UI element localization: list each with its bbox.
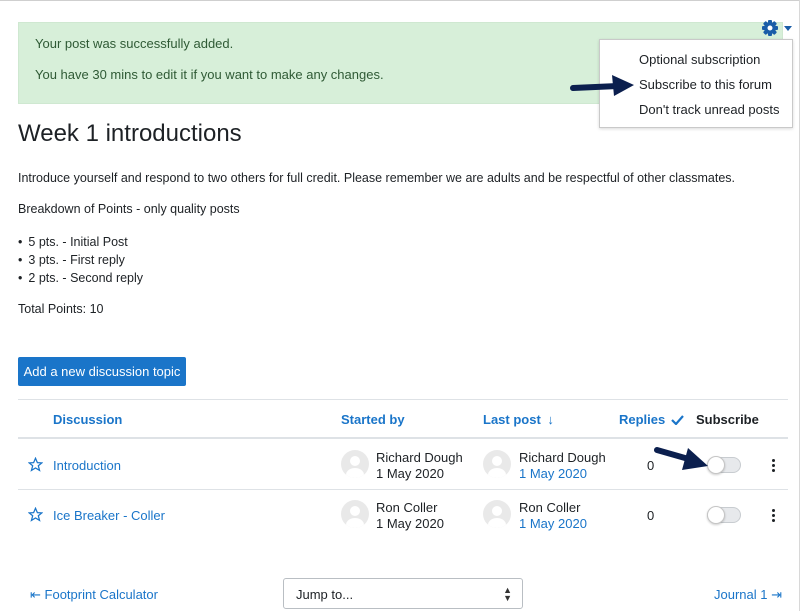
- started-date: 1 May 2020: [376, 466, 444, 481]
- toggle-knob: [707, 506, 725, 524]
- menu-item-subscribe-forum[interactable]: Subscribe to this forum: [639, 77, 772, 92]
- alert-edit-notice: You have 30 mins to edit it if you want …: [35, 67, 384, 82]
- points-breakdown-heading: Breakdown of Points - only quality posts: [18, 202, 240, 216]
- column-header-discussion[interactable]: Discussion: [53, 412, 122, 427]
- annotation-arrow-icon: [654, 447, 708, 470]
- started-date: 1 May 2020: [376, 516, 444, 531]
- column-header-replies[interactable]: Replies: [619, 412, 684, 427]
- star-icon[interactable]: [27, 506, 44, 525]
- replies-count: 0: [647, 508, 655, 523]
- menu-item-optional-subscription[interactable]: Optional subscription: [639, 52, 760, 67]
- started-by-name: Richard Dough: [376, 450, 463, 465]
- last-post-date-link[interactable]: 1 May 2020: [519, 516, 587, 531]
- arrow-right-icon: ⇥: [771, 587, 783, 602]
- discussion-link[interactable]: Introduction: [53, 458, 121, 473]
- avatar[interactable]: [483, 500, 511, 528]
- subscribe-toggle[interactable]: [707, 456, 741, 474]
- avatar[interactable]: [341, 500, 369, 528]
- next-activity-link[interactable]: Journal 1 ⇥: [714, 587, 782, 603]
- more-actions-icon[interactable]: [770, 459, 776, 473]
- column-header-replies-label: Replies: [619, 412, 666, 427]
- caret-down-icon: [784, 26, 792, 31]
- menu-item-dont-track-unread[interactable]: Don't track unread posts: [639, 102, 780, 117]
- list-item: 3 pts. - First reply: [18, 251, 143, 269]
- column-header-started-by[interactable]: Started by: [341, 412, 405, 427]
- table-header-divider: [18, 437, 788, 439]
- previous-activity-label: Footprint Calculator: [44, 587, 158, 602]
- avatar[interactable]: [341, 450, 369, 478]
- top-border: [0, 0, 800, 1]
- page-title: Week 1 introductions: [18, 120, 242, 147]
- previous-activity-link[interactable]: ⇤ Footprint Calculator: [30, 587, 158, 603]
- settings-menu-toggle[interactable]: [760, 18, 794, 38]
- last-post-date-link[interactable]: 1 May 2020: [519, 466, 587, 481]
- add-discussion-topic-button[interactable]: Add a new discussion topic: [18, 357, 186, 386]
- next-activity-label: Journal 1: [714, 587, 768, 602]
- discussion-link[interactable]: Ice Breaker - Coller: [53, 508, 165, 523]
- star-icon[interactable]: [27, 456, 44, 475]
- alert-message: Your post was successfully added.: [35, 36, 234, 51]
- more-actions-icon[interactable]: [770, 509, 776, 523]
- started-by-name: Ron Coller: [376, 500, 438, 515]
- row-divider: [18, 489, 788, 490]
- last-post-author: Ron Coller: [519, 500, 581, 515]
- points-list: 5 pts. - Initial Post 3 pts. - First rep…: [18, 233, 143, 287]
- column-header-last-post[interactable]: Last post ↓: [483, 412, 554, 427]
- arrow-left-icon: ⇤: [30, 587, 41, 602]
- forum-description: Introduce yourself and respond to two ot…: [18, 171, 736, 185]
- sort-descending-icon: ↓: [547, 412, 554, 427]
- jump-to-placeholder: Jump to...: [296, 587, 354, 602]
- jump-to-select[interactable]: Jump to... ▲ ▼: [283, 578, 523, 609]
- column-header-subscribe: Subscribe: [696, 412, 759, 427]
- list-item: 5 pts. - Initial Post: [18, 233, 143, 251]
- last-post-author: Richard Dough: [519, 450, 606, 465]
- list-item: 2 pts. - Second reply: [18, 269, 143, 287]
- total-points: Total Points: 10: [18, 302, 104, 316]
- select-caret-icon: ▲ ▼: [503, 585, 512, 603]
- column-header-last-post-label: Last post: [483, 412, 541, 427]
- checkmark-icon: [669, 412, 684, 427]
- subscribe-toggle[interactable]: [707, 506, 741, 524]
- annotation-arrow-icon: [570, 75, 634, 96]
- table-top-divider: [18, 399, 788, 400]
- avatar[interactable]: [483, 450, 511, 478]
